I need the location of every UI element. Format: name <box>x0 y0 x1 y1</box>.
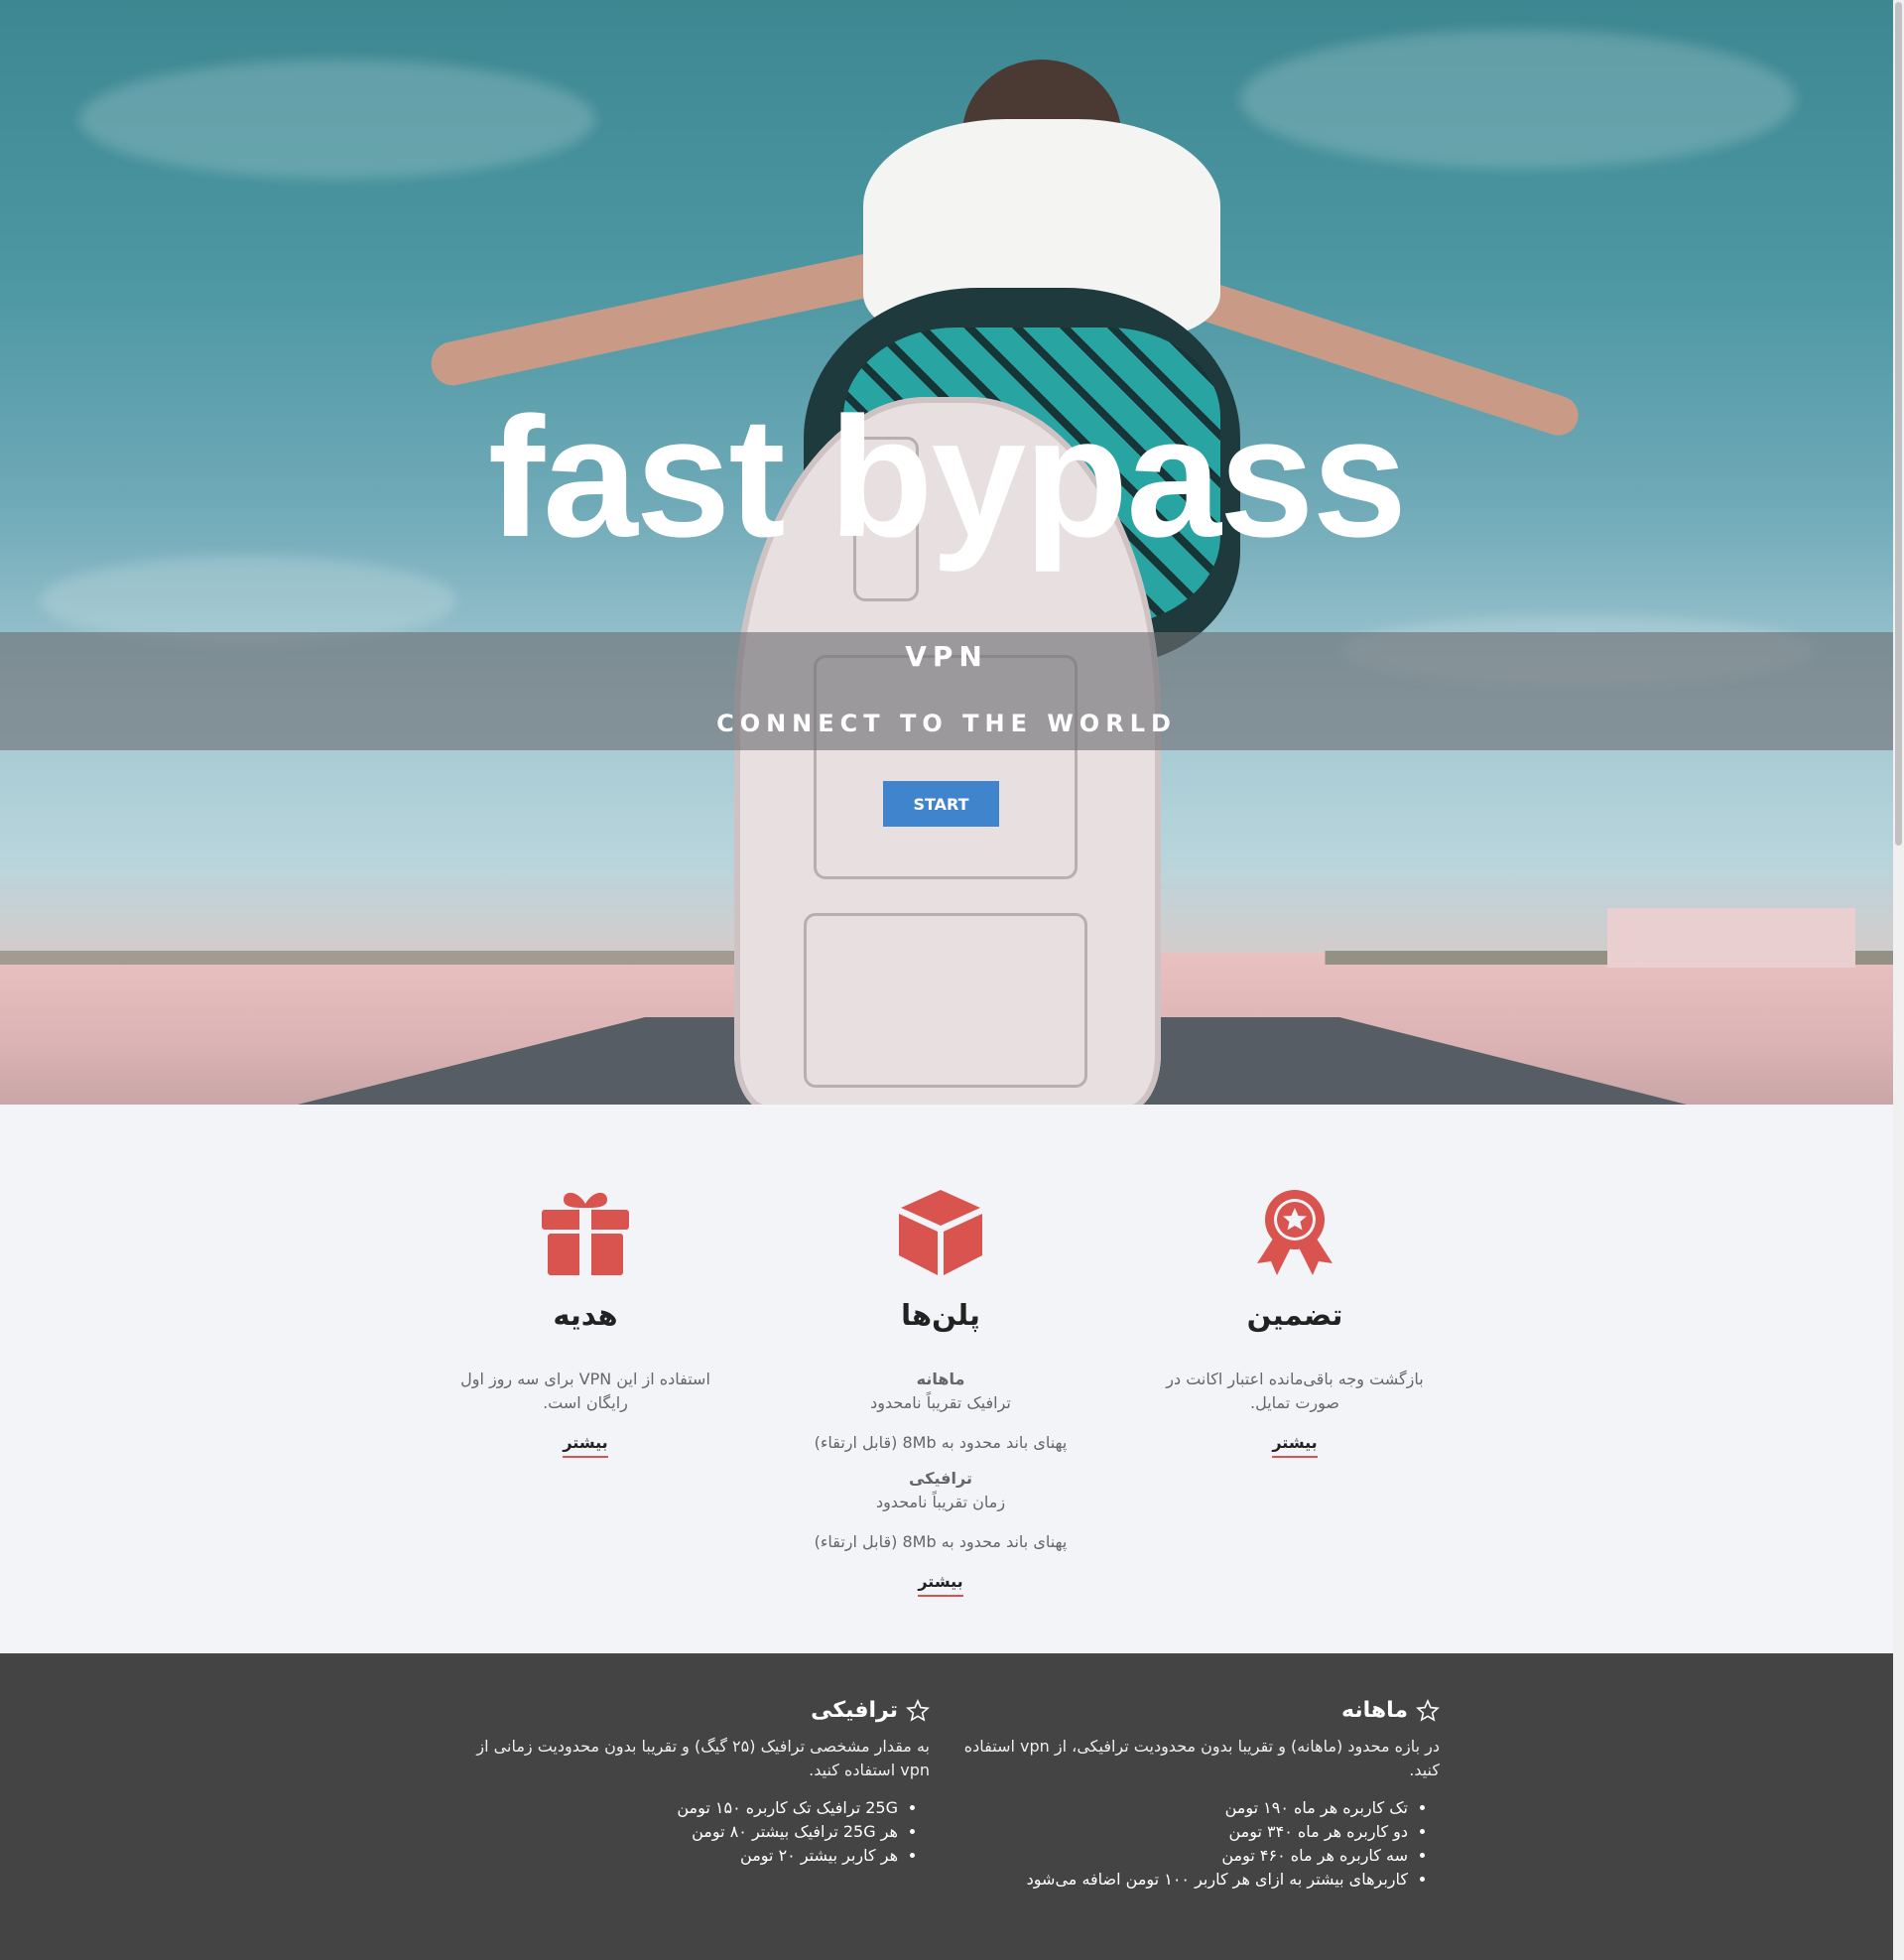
list-item: هر 25G ترافیک بیشتر ۸۰ تومن <box>453 1820 898 1844</box>
list-item: تک کاربره هر ماه ۱۹۰ تومن <box>963 1796 1408 1820</box>
feature-title: هدیه <box>553 1298 618 1332</box>
plan-name: ماهانه <box>916 1370 965 1388</box>
feature-desc: بازگشت وجه باقی‌مانده اعتبار اکانت در صو… <box>1166 1370 1424 1412</box>
feature-title: تضمین <box>1246 1298 1343 1332</box>
features-section: هدیه استفاده از این VPN برای سه روز اول … <box>0 1105 1893 1653</box>
pricing-heading: ترافیکی <box>453 1698 930 1723</box>
scrollbar-thumb[interactable] <box>1895 2 1902 846</box>
plan-name: ترافیکی <box>909 1469 972 1488</box>
pricing-traffic: ترافیکی به مقدار مشخصی ترافیک (۲۵ گیگ) و… <box>453 1698 930 1868</box>
scrollbar[interactable] <box>1893 0 1904 1960</box>
star-icon <box>906 1698 930 1722</box>
more-link[interactable]: بیشتر <box>1272 1433 1318 1458</box>
star-icon <box>1416 1698 1440 1722</box>
hero-title: fast bypass <box>487 382 1407 573</box>
plan-detail: پهنای باند محدود به 8Mb (قابل ارتقاء) <box>814 1532 1068 1551</box>
hero-tagline: CONNECT TO THE WORLD <box>716 710 1177 737</box>
list-item: سه کاربره هر ماه ۴۶۰ تومن <box>963 1844 1408 1868</box>
pricing-title: ترافیکی <box>811 1698 898 1723</box>
plan-detail: زمان تقریباً نامحدود <box>875 1493 1006 1511</box>
list-item: هر کاربر بیشتر ۲۰ تومن <box>453 1844 898 1868</box>
hero-section: fast bypass VPN CONNECT TO THE WORLD STA… <box>0 0 1893 1105</box>
start-button[interactable]: START <box>883 781 999 827</box>
more-link[interactable]: بیشتر <box>918 1572 963 1597</box>
page: fast bypass VPN CONNECT TO THE WORLD STA… <box>0 0 1893 1960</box>
pricing-desc: در بازه محدود (ماهانه) و تقریبا بدون محد… <box>963 1737 1440 1779</box>
list-item: دو کاربره هر ماه ۳۴۰ تومن <box>963 1820 1408 1844</box>
shoe-groove <box>804 913 1087 1088</box>
award-icon <box>1257 1190 1333 1275</box>
cloud <box>1240 30 1796 169</box>
hero-subtitle: VPN <box>905 640 988 673</box>
list-item: کاربرهای بیشتر به ازای هر کاربر ۱۰۰ تومن… <box>963 1868 1408 1892</box>
plan-detail: پهنای باند محدود به 8Mb (قابل ارتقاء) <box>814 1433 1068 1452</box>
feature-body: بازگشت وجه باقی‌مانده اعتبار اکانت در صو… <box>1156 1368 1434 1458</box>
pricing-heading: ماهانه <box>963 1698 1440 1723</box>
pricing-section: ماهانه در بازه محدود (ماهانه) و تقریبا ب… <box>0 1653 1893 1960</box>
feature-desc: استفاده از این VPN برای سه روز اول رایگا… <box>460 1370 710 1412</box>
cube-icon <box>899 1190 982 1275</box>
more-link[interactable]: بیشتر <box>563 1433 608 1458</box>
pricing-list: 25G ترافیک تک کاربره ۱۵۰ تومن هر 25G ترا… <box>453 1796 930 1868</box>
feature-title: پلن‌ها <box>901 1298 980 1332</box>
pricing-monthly: ماهانه در بازه محدود (ماهانه) و تقریبا ب… <box>963 1698 1440 1892</box>
gift-icon <box>542 1192 629 1275</box>
feature-body: ماهانه ترافیک تقریباً نامحدود پهنای باند… <box>802 1368 1079 1597</box>
feature-body: استفاده از این VPN برای سه روز اول رایگا… <box>446 1368 724 1458</box>
building <box>1607 908 1855 968</box>
pricing-title: ماهانه <box>1341 1698 1408 1723</box>
pricing-list: تک کاربره هر ماه ۱۹۰ تومن دو کاربره هر م… <box>963 1796 1440 1892</box>
list-item: 25G ترافیک تک کاربره ۱۵۰ تومن <box>453 1796 898 1820</box>
plan-detail: ترافیک تقریباً نامحدود <box>870 1393 1011 1412</box>
pricing-desc: به مقدار مشخصی ترافیک (۲۵ گیگ) و تقریبا … <box>476 1737 930 1779</box>
cloud <box>79 60 595 179</box>
